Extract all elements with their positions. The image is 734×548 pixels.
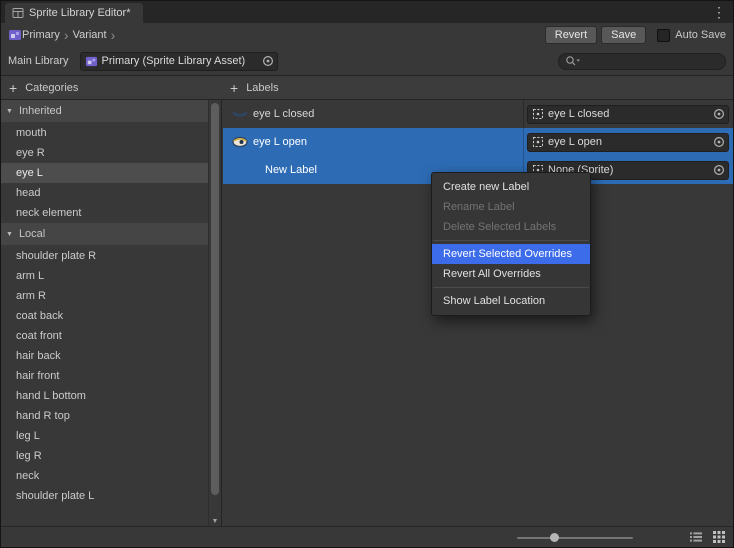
bottom-bar [1,526,733,547]
toolbar: Primary › Variant › Revert Save Auto Sav… [1,23,733,47]
category-item[interactable]: arm L [1,266,208,286]
context-menu: Create new Label Rename Label Delete Sel… [431,172,591,316]
scrollbar-thumb[interactable] [211,103,219,495]
categories-scrollbar[interactable]: ▼ [208,100,221,526]
scroll-down-arrow-icon[interactable]: ▼ [209,518,221,525]
menu-item-show-label-location[interactable]: Show Label Location [432,291,590,311]
menu-item-delete-selected-labels: Delete Selected Labels [432,217,590,237]
categories-header-label: Categories [25,82,78,94]
main-library-row: Main Library Primary (Sprite Library Ass… [1,47,733,75]
category-item[interactable]: hair front [1,366,208,386]
object-picker-icon[interactable] [713,136,725,148]
sprite-thumbnail-eye-closed-icon [230,106,250,122]
sprite-object-field[interactable]: eye L closed [527,105,729,124]
thumbnail-size-slider[interactable] [517,537,633,539]
chevron-separator-icon: › [64,28,69,42]
sprite-object-field[interactable]: eye L open [527,133,729,152]
sprite-thumbnail-eye-open-icon [230,134,250,150]
categories-list: ▼ Inherited mouth eye R eye L head neck … [1,100,208,526]
add-label-button[interactable]: + [230,81,238,95]
category-item[interactable]: arm R [1,286,208,306]
categories-panel: ▼ Inherited mouth eye R eye L head neck … [1,100,222,526]
breadcrumb-item-primary[interactable]: Primary [22,29,60,41]
category-item[interactable]: shoulder plate R [1,246,208,266]
sprite-library-editor-window: Sprite Library Editor* ⋮ Primary › Varia… [0,0,734,548]
object-picker-icon[interactable] [713,108,725,120]
sprite-library-asset-icon [85,55,98,68]
save-button[interactable]: Save [601,26,646,44]
category-item[interactable]: neck element [1,203,208,223]
category-item[interactable]: coat back [1,306,208,326]
breadcrumb-item-variant[interactable]: Variant [73,29,107,41]
menu-item-create-new-label[interactable]: Create new Label [432,177,590,197]
tab-title: Sprite Library Editor* [29,7,131,19]
category-item-selected[interactable]: eye L [1,163,208,183]
main-library-label: Main Library [8,55,69,67]
main-library-value: Primary (Sprite Library Asset) [102,55,258,67]
category-item[interactable]: coat front [1,326,208,346]
object-picker-icon[interactable] [262,55,274,67]
menu-separator [433,240,589,241]
add-category-button[interactable]: + [9,81,17,95]
search-icon [565,55,581,67]
revert-button[interactable]: Revert [545,26,597,44]
menu-item-revert-all-overrides[interactable]: Revert All Overrides [432,264,590,284]
object-picker-icon[interactable] [713,164,725,176]
sprite-library-asset-icon [8,28,22,42]
label-row[interactable]: eye L closed eye L closed [223,100,733,128]
tab-strip: Sprite Library Editor* ⋮ [1,1,733,23]
label-row-selected[interactable]: eye L open eye L open [223,128,733,156]
sprite-field-value: eye L closed [548,108,709,120]
search-input[interactable] [558,53,726,70]
sprite-icon [532,108,544,120]
category-item[interactable]: head [1,183,208,203]
labels-header: + Labels [222,75,733,100]
chevron-separator-icon: › [111,28,116,42]
menu-item-revert-selected-overrides[interactable]: Revert Selected Overrides [432,244,590,264]
empty-thumbnail [230,162,250,178]
section-header-inherited[interactable]: ▼ Inherited [1,100,208,122]
category-item[interactable]: shoulder plate L [1,486,208,506]
sprite-icon [532,136,544,148]
auto-save-label: Auto Save [675,29,726,41]
tab-sprite-library-editor[interactable]: Sprite Library Editor* [5,3,143,23]
category-item[interactable]: leg L [1,426,208,446]
category-item[interactable]: hand R top [1,406,208,426]
label-name: eye L open [253,136,523,148]
category-item[interactable]: hand L bottom [1,386,208,406]
labels-header-label: Labels [246,82,278,94]
category-item[interactable]: leg R [1,446,208,466]
sprite-field-value: eye L open [548,136,709,148]
menu-separator [433,287,589,288]
window-icon [12,7,24,19]
category-item[interactable]: eye R [1,143,208,163]
foldout-icon[interactable]: ▼ [6,231,13,238]
main-library-object-field[interactable]: Primary (Sprite Library Asset) [80,52,278,71]
section-header-local[interactable]: ▼ Local [1,223,208,245]
category-item[interactable]: hair back [1,346,208,366]
category-item[interactable]: neck [1,466,208,486]
label-name: eye L closed [253,108,523,120]
window-menu-button[interactable]: ⋮ [712,3,726,21]
grid-view-button[interactable] [712,530,726,544]
category-item[interactable]: mouth [1,123,208,143]
menu-item-rename-label: Rename Label [432,197,590,217]
section-title: Local [19,228,45,240]
auto-save-checkbox[interactable] [657,29,670,42]
foldout-icon[interactable]: ▼ [6,108,13,115]
section-title: Inherited [19,105,62,117]
categories-header: + Categories [1,75,222,100]
list-view-button[interactable] [689,530,703,544]
slider-thumb[interactable] [550,533,559,542]
